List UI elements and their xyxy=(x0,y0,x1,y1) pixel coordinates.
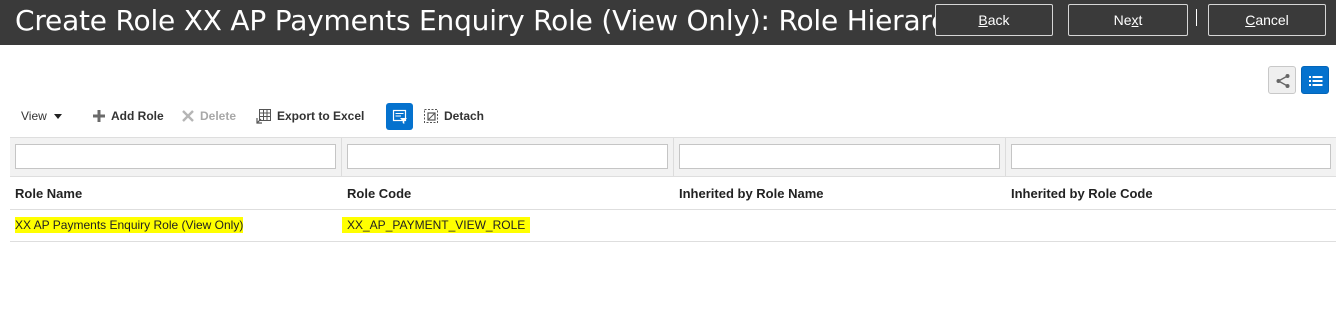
role-code-cell: XX_AP_PAYMENT_VIEW_ROLE xyxy=(342,217,531,233)
add-role-label: Add Role xyxy=(111,109,164,123)
header-separator xyxy=(1196,9,1197,26)
list-icon xyxy=(1309,76,1323,86)
next-button[interactable]: Next xyxy=(1068,4,1188,36)
add-role-button[interactable]: Add Role xyxy=(92,100,164,132)
detach-icon xyxy=(424,109,438,123)
cancel-button[interactable]: Cancel xyxy=(1208,4,1326,36)
role-name-filter-input[interactable] xyxy=(15,144,336,169)
plus-icon xyxy=(93,110,105,122)
page-title: Create Role XX AP Payments Enquiry Role … xyxy=(15,4,981,37)
filter-cell-inherited-role-code xyxy=(1006,138,1336,176)
role-name-value: XX AP Payments Enquiry Role (View Only) xyxy=(15,217,244,233)
inherited-role-code-filter-input[interactable] xyxy=(1011,144,1331,169)
inherited-role-name-filter-input[interactable] xyxy=(679,144,1000,169)
column-header-inherited-role-name[interactable]: Inherited by Role Name xyxy=(679,186,823,201)
back-label-rest: ack xyxy=(987,12,1010,28)
export-to-excel-button[interactable]: Export to Excel xyxy=(256,100,364,132)
filter-cell-role-code xyxy=(342,138,674,176)
column-header-role-code[interactable]: Role Code xyxy=(347,186,411,201)
export-to-excel-label: Export to Excel xyxy=(277,109,365,123)
list-view-toggle[interactable] xyxy=(1301,66,1329,94)
detach-label: Detach xyxy=(444,109,485,123)
delete-label: Delete xyxy=(200,109,237,123)
filter-row xyxy=(10,137,1336,177)
filter-cell-role-name xyxy=(10,138,342,176)
role-code-value: XX_AP_PAYMENT_VIEW_ROLE xyxy=(342,217,531,233)
next-label-rest: t xyxy=(1138,12,1143,28)
role-name-cell: XX AP Payments Enquiry Role (View Only) xyxy=(15,217,244,233)
export-excel-icon xyxy=(256,109,271,124)
page-header: Create Role XX AP Payments Enquiry Role … xyxy=(0,0,1336,45)
delete-button[interactable]: Delete xyxy=(181,100,236,132)
detach-button[interactable]: Detach xyxy=(423,100,484,132)
back-button[interactable]: Back xyxy=(935,4,1053,36)
back-accesskey: B xyxy=(978,12,988,28)
role-code-filter-input[interactable] xyxy=(347,144,668,169)
view-menu[interactable]: View xyxy=(21,100,62,132)
hierarchy-icon xyxy=(1276,74,1290,88)
cancel-label-rest: ancel xyxy=(1255,12,1289,28)
filter-cell-inherited-role-name xyxy=(674,138,1006,176)
filter-icon xyxy=(392,109,407,124)
query-by-example-button[interactable] xyxy=(386,103,413,130)
next-label-pre: Ne xyxy=(1113,12,1132,28)
table-header-row: Role Name Role Code Inherited by Role Na… xyxy=(10,177,1336,210)
column-header-inherited-role-code[interactable]: Inherited by Role Code xyxy=(1011,186,1153,201)
column-header-role-name[interactable]: Role Name xyxy=(15,186,82,201)
view-menu-label: View xyxy=(21,109,47,123)
table-toolbar: View Add Role Delete Export to Excel Det… xyxy=(0,100,1336,132)
next-accesskey: x xyxy=(1131,12,1139,28)
cancel-accesskey: C xyxy=(1245,12,1256,28)
hierarchy-view-toggle[interactable] xyxy=(1268,66,1296,94)
caret-down-icon xyxy=(53,113,62,119)
table-row[interactable]: XX AP Payments Enquiry Role (View Only) … xyxy=(10,210,1336,242)
delete-x-icon xyxy=(182,110,194,122)
